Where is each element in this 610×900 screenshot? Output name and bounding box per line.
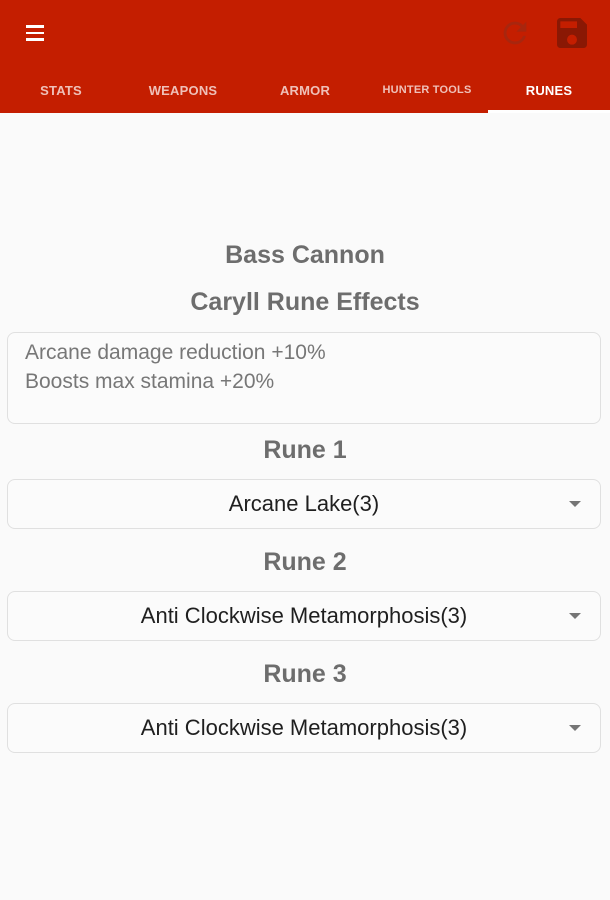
tab-armor[interactable]: ARMOR bbox=[244, 67, 366, 113]
rune-3-label: Rune 3 bbox=[263, 660, 347, 688]
rune-effects-title: Caryll Rune Effects bbox=[190, 288, 420, 316]
rune-effect-line: Boosts max stamina +20% bbox=[25, 370, 275, 393]
tab-hunter-tools[interactable]: HUNTER TOOLS bbox=[366, 67, 488, 113]
dropdown-arrow-icon bbox=[569, 725, 581, 731]
rune-1-value: Arcane Lake(3) bbox=[228, 491, 380, 516]
weapon-name: Bass Cannon bbox=[225, 241, 385, 269]
refresh-icon[interactable] bbox=[498, 15, 532, 51]
rune-2-select[interactable]: Anti Clockwise Metamorphosis(3) bbox=[7, 591, 601, 641]
tab-stats[interactable]: STATS bbox=[0, 67, 122, 113]
rune-effect-line: Arcane damage reduction +10% bbox=[25, 341, 326, 364]
tab-bar: STATS WEAPONS ARMOR HUNTER TOOLS RUNES bbox=[0, 67, 610, 113]
dropdown-arrow-icon bbox=[569, 501, 581, 507]
rune-2-value: Anti Clockwise Metamorphosis(3) bbox=[140, 603, 468, 628]
rune-2-label: Rune 2 bbox=[263, 548, 347, 576]
dropdown-arrow-icon bbox=[569, 613, 581, 619]
rune-3-value: Anti Clockwise Metamorphosis(3) bbox=[140, 715, 468, 740]
rune-1-label: Rune 1 bbox=[263, 436, 347, 464]
rune-3-select[interactable]: Anti Clockwise Metamorphosis(3) bbox=[7, 703, 601, 753]
app-bar: STATS WEAPONS ARMOR HUNTER TOOLS RUNES bbox=[0, 0, 610, 113]
rune-1-select[interactable]: Arcane Lake(3) bbox=[7, 479, 601, 529]
tab-runes[interactable]: RUNES bbox=[488, 67, 610, 113]
save-icon[interactable] bbox=[552, 13, 592, 53]
hamburger-menu-icon[interactable] bbox=[18, 16, 52, 50]
tab-weapons[interactable]: WEAPONS bbox=[122, 67, 244, 113]
rune-effects-box: Arcane damage reduction +10% Boosts max … bbox=[7, 332, 601, 424]
